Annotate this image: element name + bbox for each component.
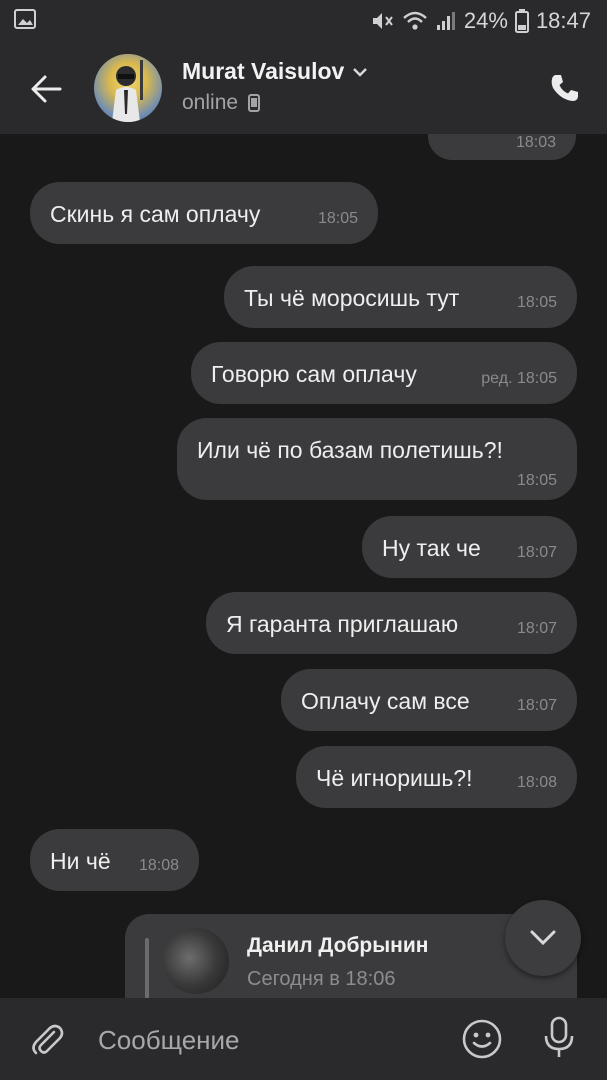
message-list[interactable]: 18:03 Скинь я сам оплачу 18:05 Ты чё мор… bbox=[0, 134, 607, 998]
forwarded-date: Сегодня в 18:06 bbox=[247, 968, 396, 990]
message-outgoing[interactable]: Я гаранта приглашаю 18:07 bbox=[206, 592, 577, 654]
emoji-icon[interactable] bbox=[461, 1018, 503, 1060]
scroll-down-button[interactable] bbox=[505, 900, 581, 976]
message-composer bbox=[0, 998, 607, 1080]
signal-icon bbox=[436, 12, 455, 30]
clock: 18:47 bbox=[535, 8, 591, 33]
message-time: 18:07 bbox=[516, 697, 557, 714]
message-time: 18:08 bbox=[138, 857, 179, 874]
battery-icon bbox=[514, 9, 529, 33]
message-time: 18:07 bbox=[516, 544, 557, 561]
message-text: Ни чё bbox=[50, 848, 111, 874]
phone-call-icon[interactable] bbox=[549, 72, 581, 104]
message-outgoing[interactable]: Или чё по базам полетишь?! 18:05 bbox=[177, 418, 577, 500]
chevron-down-icon bbox=[530, 930, 556, 946]
message-outgoing[interactable]: Чё игноришь?! 18:08 bbox=[296, 746, 577, 808]
message-text: Или чё по базам полетишь?! bbox=[197, 437, 503, 463]
forwarded-author-avatar[interactable] bbox=[163, 928, 229, 994]
message-time: 18:03 bbox=[515, 134, 556, 151]
message-text: Оплачу сам все bbox=[301, 688, 470, 714]
status-bar: 24% 18:47 bbox=[0, 0, 607, 44]
avatar-figure-icon bbox=[112, 60, 143, 122]
message-outgoing[interactable]: Оплачу сам все 18:07 bbox=[281, 669, 577, 731]
message-text: Чё игноришь?! bbox=[316, 765, 473, 791]
message-time: 18:05 bbox=[516, 294, 557, 311]
message-time: 18:07 bbox=[516, 620, 557, 637]
contact-name-label: Murat Vaisulov bbox=[182, 58, 345, 84]
gallery-icon bbox=[14, 9, 36, 29]
forwarded-author-name[interactable]: Данил Добрынин bbox=[247, 934, 428, 958]
message-text: Скинь я сам оплачу bbox=[50, 201, 261, 227]
wifi-icon bbox=[403, 11, 427, 30]
paperclip-icon[interactable] bbox=[28, 1020, 66, 1058]
mobile-icon bbox=[248, 94, 261, 112]
microphone-icon[interactable] bbox=[542, 1016, 576, 1060]
chat-header: Murat Vaisulov online bbox=[0, 44, 607, 134]
message-outgoing[interactable]: 18:03 bbox=[428, 134, 576, 160]
message-incoming[interactable]: Скинь я сам оплачу 18:05 bbox=[30, 182, 378, 244]
message-time: 18:05 bbox=[516, 472, 557, 489]
online-status-label: online bbox=[182, 91, 239, 114]
message-input[interactable] bbox=[96, 1018, 440, 1062]
message-incoming[interactable]: Ни чё 18:08 bbox=[30, 829, 199, 891]
message-time: 18:05 bbox=[317, 210, 358, 227]
message-time: 18:08 bbox=[516, 774, 557, 791]
message-outgoing[interactable]: Ну так че 18:07 bbox=[362, 516, 577, 578]
message-time: ред. 18:05 bbox=[481, 370, 557, 387]
message-outgoing[interactable]: Ты чё моросишь тут 18:05 bbox=[224, 266, 577, 328]
message-text: Говорю сам оплачу bbox=[211, 361, 417, 387]
message-text: Я гаранта приглашаю bbox=[226, 611, 459, 637]
message-outgoing[interactable]: Говорю сам оплачу ред. 18:05 bbox=[191, 342, 577, 404]
contact-name[interactable]: Murat Vaisulov bbox=[182, 58, 368, 85]
mute-icon bbox=[372, 13, 393, 29]
message-text: Ты чё моросишь тут bbox=[244, 285, 460, 311]
back-arrow-icon[interactable] bbox=[28, 70, 66, 108]
contact-avatar[interactable] bbox=[94, 54, 162, 122]
battery-percent: 24% bbox=[463, 8, 508, 33]
message-text: Ну так че bbox=[382, 535, 481, 561]
forward-indicator bbox=[145, 938, 149, 998]
contact-status: online bbox=[182, 91, 261, 115]
chevron-down-icon bbox=[353, 67, 368, 77]
